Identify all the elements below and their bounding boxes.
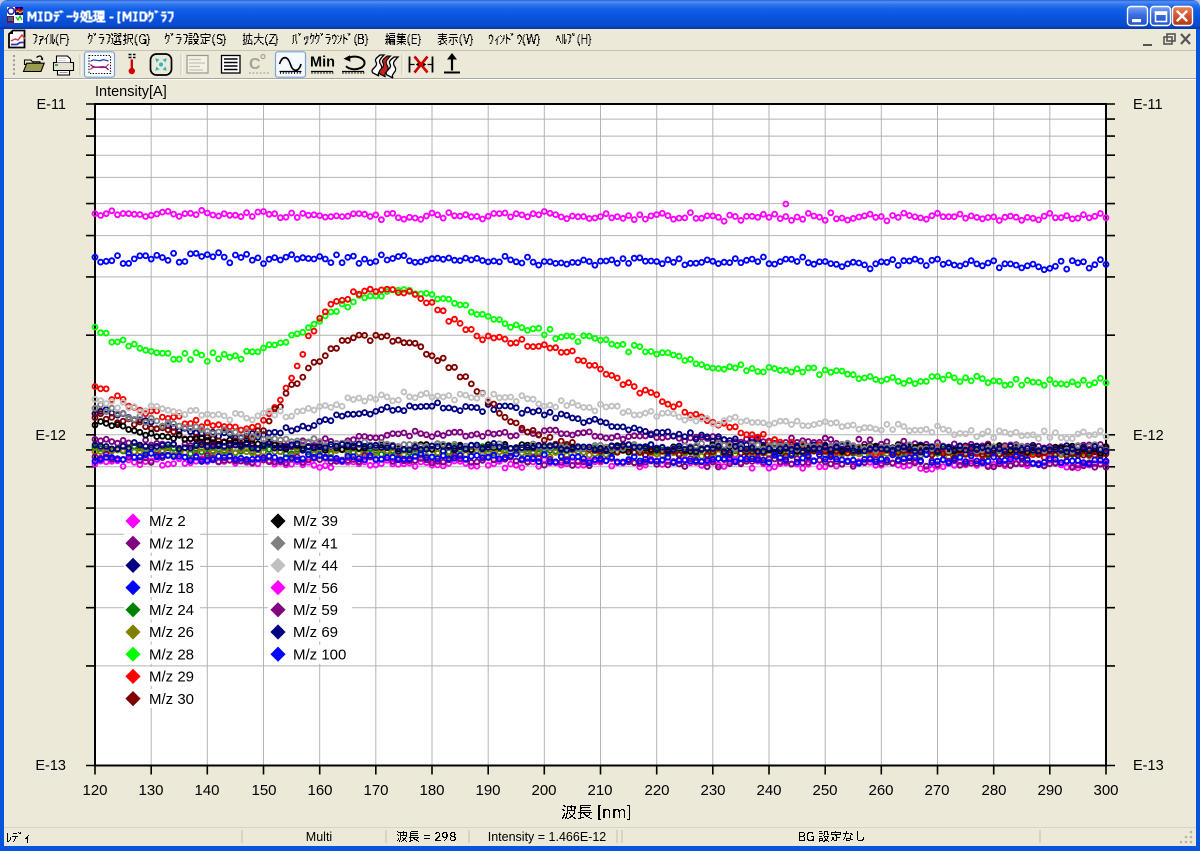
svg-text:M/z 15: M/z 15	[149, 558, 194, 575]
svg-text:270: 270	[924, 782, 949, 799]
svg-text:Intensity[A]: Intensity[A]	[95, 84, 167, 100]
svg-text:E-12: E-12	[1133, 428, 1164, 444]
svg-text:280: 280	[981, 782, 1006, 799]
svg-text:230: 230	[700, 782, 725, 799]
svg-text:E-13: E-13	[35, 758, 66, 774]
svg-text:160: 160	[307, 782, 332, 799]
svg-text:260: 260	[868, 782, 893, 799]
svg-text:M/z 28: M/z 28	[149, 646, 194, 663]
svg-text:290: 290	[1037, 782, 1062, 799]
svg-text:E-11: E-11	[36, 97, 66, 113]
svg-text:M/z 41: M/z 41	[293, 535, 338, 552]
svg-text:E-13: E-13	[1133, 758, 1164, 774]
svg-text:M/z 12: M/z 12	[149, 535, 194, 552]
svg-text:210: 210	[587, 782, 612, 799]
svg-text:M/z 2: M/z 2	[149, 513, 186, 530]
svg-text:E-11: E-11	[1133, 97, 1163, 113]
svg-text:220: 220	[644, 782, 669, 799]
svg-text:170: 170	[363, 782, 388, 799]
svg-text:240: 240	[756, 782, 781, 799]
svg-text:M/z 44: M/z 44	[293, 558, 338, 575]
svg-text:M/z 69: M/z 69	[293, 624, 338, 641]
svg-text:M/z 100: M/z 100	[293, 646, 346, 663]
svg-text:M/z 30: M/z 30	[149, 691, 194, 708]
svg-text:E-12: E-12	[35, 428, 66, 444]
svg-text:250: 250	[812, 782, 837, 799]
svg-text:130: 130	[138, 782, 163, 799]
svg-text:300: 300	[1093, 782, 1118, 799]
svg-text:M/z 26: M/z 26	[149, 624, 194, 641]
svg-text:M/z 24: M/z 24	[149, 602, 194, 619]
svg-text:M/z 59: M/z 59	[293, 602, 338, 619]
svg-text:M/z 56: M/z 56	[293, 580, 338, 597]
svg-text:140: 140	[194, 782, 219, 799]
svg-text:Multi: Multi	[306, 830, 332, 844]
svg-text:190: 190	[475, 782, 500, 799]
svg-text:200: 200	[531, 782, 556, 799]
svg-text:M/z 39: M/z 39	[293, 513, 338, 530]
svg-text:150: 150	[251, 782, 276, 799]
svg-text:180: 180	[419, 782, 444, 799]
svg-text:120: 120	[82, 782, 107, 799]
svg-text:M/z 29: M/z 29	[149, 669, 194, 686]
svg-text:Min: Min	[310, 55, 335, 71]
svg-text:M/z 18: M/z 18	[149, 580, 194, 597]
svg-text:C: C	[249, 56, 261, 73]
svg-text:Intensity = 1.466E-12: Intensity = 1.466E-12	[488, 830, 607, 844]
